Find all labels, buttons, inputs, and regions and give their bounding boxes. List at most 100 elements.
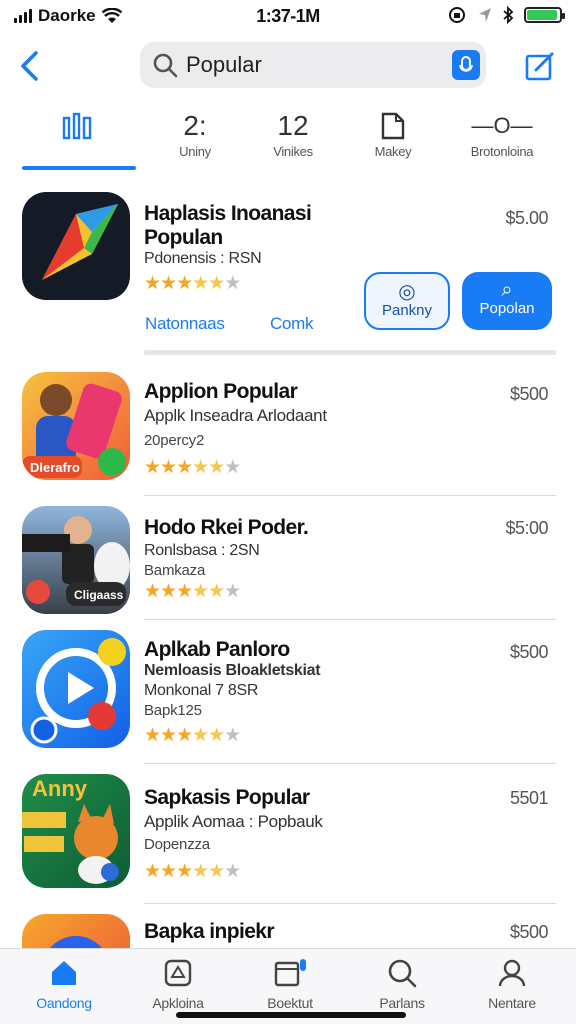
popolan-button[interactable]: ⌕ Popolan xyxy=(462,272,552,330)
tabbar-item-home[interactable]: Oandong xyxy=(14,955,114,1011)
status-right xyxy=(448,6,565,24)
home-icon xyxy=(14,955,114,991)
list-item[interactable]: Aplkab Panloro Nemloasis Bloakletskiat M… xyxy=(0,630,576,764)
icon-badge: Dlerafro xyxy=(30,460,80,475)
tabbar-item-apps[interactable]: Apkloina xyxy=(128,955,228,1011)
tabbar-label: Boektut xyxy=(267,995,313,1011)
battery-icon xyxy=(524,7,565,23)
segment-tabs: 2: Uniny 12 Vinikes Makey —O— Brotonloin… xyxy=(0,108,576,172)
app-icon xyxy=(22,914,130,948)
tab-label: Brotonloina xyxy=(470,144,534,159)
link-primary[interactable]: Natonnaas xyxy=(145,314,225,334)
app-title: Sapkasis Popular xyxy=(144,786,310,809)
calendar-icon xyxy=(240,955,340,991)
app-title-line2: Populan xyxy=(144,226,223,249)
app-subtitle: Nemloasis Bloakletskiat xyxy=(144,662,321,679)
app-subtitle: Ronlsbasa : 2SN xyxy=(144,542,260,559)
chart-icon xyxy=(28,108,128,144)
app-meta: 20percy2 xyxy=(144,432,205,449)
battery-fill xyxy=(527,10,558,20)
app-title: Aplkab Panloro xyxy=(144,638,290,661)
mic-button[interactable] xyxy=(452,50,480,80)
message-icon: ⌕ xyxy=(501,279,513,301)
tab-label: Vinikes xyxy=(273,144,313,159)
app-title: Haplasis Inoanasi xyxy=(144,202,312,225)
mic-icon xyxy=(459,56,473,72)
tabbar-label: Nentare xyxy=(488,995,536,1011)
app-price: $500 xyxy=(509,922,549,942)
icon-badge: Cligaass xyxy=(74,588,124,602)
location-icon xyxy=(479,8,491,22)
search-icon xyxy=(153,53,178,78)
list-item[interactable]: Anny Sapkasis Popular Applik Aomaa : Pop… xyxy=(0,774,576,904)
lock-rotation-icon xyxy=(449,7,465,23)
section-divider xyxy=(144,350,556,355)
app-icon: Anny xyxy=(22,774,130,888)
app-meta: Dopenzza xyxy=(144,836,210,853)
app-meta: Bapk125 xyxy=(144,702,202,719)
app-meta: Bamkaza xyxy=(144,562,206,579)
app-subtitle: Pdonensis : RSN xyxy=(144,250,262,267)
app-subtitle: Applik Aomaa : Popbauk xyxy=(144,812,323,831)
tab-uniny[interactable]: 2: Uniny xyxy=(150,108,240,168)
rating-stars: ★★★★★★ xyxy=(144,457,241,478)
app-icon: Cligaass xyxy=(22,506,130,614)
row-divider xyxy=(144,903,556,904)
search-icon xyxy=(352,955,452,991)
app-icon xyxy=(22,192,130,300)
number-icon: 2: xyxy=(183,110,207,141)
list-item[interactable]: Dlerafro Applion Popular Applk Inseadra … xyxy=(0,372,576,496)
tabbar-label: Oandong xyxy=(36,995,92,1011)
tab-underline xyxy=(22,166,136,170)
app-price: $5:00 xyxy=(505,518,548,538)
row-divider xyxy=(144,495,556,496)
status-bar: Daorke 1:37-1M xyxy=(0,0,576,34)
app-subtitle: Applk Inseadra Arlodaant xyxy=(144,406,327,425)
nav-bar xyxy=(0,40,576,92)
app-price: 5501 xyxy=(509,788,549,808)
tabbar-item-boektut[interactable]: Boektut xyxy=(240,955,340,1011)
app-icon: Dlerafro xyxy=(22,372,130,480)
profile-icon xyxy=(462,955,562,991)
list-item[interactable]: Cligaass Hodo Rkei Poder. Ronlsbasa : 2S… xyxy=(0,506,576,620)
app-price: $500 xyxy=(509,642,549,662)
app-subtitle-line2: Monkonal 7 8SR xyxy=(144,682,259,699)
pankny-button[interactable]: ◎ Pankny xyxy=(364,272,450,330)
search-input[interactable] xyxy=(186,52,426,78)
tabbar-label: Apkloina xyxy=(152,995,204,1011)
app-price: $500 xyxy=(509,384,549,404)
bluetooth-icon xyxy=(503,6,514,24)
tab-charts[interactable] xyxy=(28,108,128,168)
app-title: Hodo Rkei Poder. xyxy=(144,516,309,539)
tab-makey[interactable]: Makey xyxy=(348,108,438,168)
toggle-icon: —O— xyxy=(471,113,533,138)
rating-stars: ★★★★★★ xyxy=(144,273,241,294)
rating-stars: ★★★★★★ xyxy=(144,725,241,746)
row-divider xyxy=(144,619,556,620)
tabbar-item-profile[interactable]: Nentare xyxy=(462,955,562,1011)
chat-icon: ◎ xyxy=(398,281,416,303)
document-icon xyxy=(348,108,438,144)
link-secondary[interactable]: Comk xyxy=(270,314,314,334)
tabbar-item-search[interactable]: Parlans xyxy=(352,955,452,1011)
app-icon xyxy=(22,630,130,748)
list-item[interactable]: Bapka inpiekr $500 xyxy=(0,914,576,948)
tab-vinikes[interactable]: 12 Vinikes xyxy=(248,108,338,168)
back-icon[interactable] xyxy=(16,50,44,82)
compose-icon[interactable] xyxy=(524,50,556,82)
featured-app[interactable]: Haplasis Inoanasi Populan Pdonensis : RS… xyxy=(0,192,576,362)
rating-stars: ★★★★★★ xyxy=(144,861,241,882)
app-price: $5.00 xyxy=(505,208,548,228)
tabbar-label: Parlans xyxy=(379,995,425,1011)
tab-label: Makey xyxy=(374,144,412,159)
search-bar[interactable] xyxy=(140,42,486,88)
tab-brotonloina[interactable]: —O— Brotonloina xyxy=(450,108,554,168)
home-indicator xyxy=(176,1012,406,1018)
row-divider xyxy=(144,763,556,764)
rating-stars: ★★★★★★ xyxy=(144,581,241,602)
apps-icon xyxy=(128,955,228,991)
app-title: Applion Popular xyxy=(144,380,298,403)
app-title: Bapka inpiekr xyxy=(144,920,275,943)
button-label: Pankny xyxy=(381,302,433,319)
number-icon: 12 xyxy=(277,110,309,141)
